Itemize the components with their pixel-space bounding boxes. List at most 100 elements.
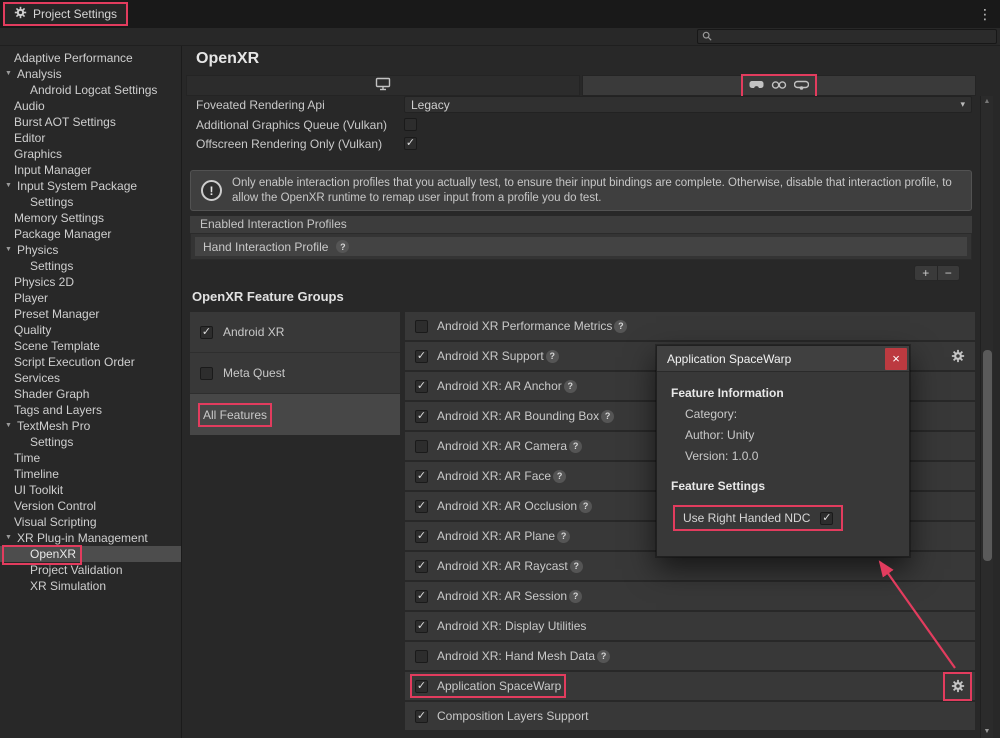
foldout-arrow-icon[interactable]: ▼	[5, 66, 12, 82]
tab-xr-devices[interactable]	[582, 75, 976, 96]
checkbox[interactable]: ✓	[415, 320, 428, 333]
sidebar-item[interactable]: ▼ Player	[0, 290, 181, 306]
help-icon[interactable]: ?	[579, 500, 592, 513]
feature-settings-gear-icon[interactable]	[950, 349, 965, 364]
checkbox[interactable]: ✓	[200, 326, 213, 339]
interaction-profile-row[interactable]: Hand Interaction Profile ?	[195, 237, 967, 256]
checkbox[interactable]: ✓	[415, 350, 428, 363]
foveated-rendering-dropdown[interactable]: Legacy ▾	[404, 96, 972, 113]
checkbox[interactable]: ✓	[404, 137, 417, 150]
sidebar-item[interactable]: ▼ Audio	[0, 98, 181, 114]
sidebar-item[interactable]: ▼ Editor	[0, 130, 181, 146]
sidebar-item[interactable]: ▼ XR Simulation	[0, 578, 181, 594]
sidebar-item-label: Analysis	[17, 67, 62, 81]
sidebar-item[interactable]: ▼ Version Control	[0, 498, 181, 514]
settings-sidebar: ▼ Adaptive Performance ▼ Analysis ▼ Andr…	[0, 46, 182, 738]
foldout-arrow-icon[interactable]: ▼	[5, 530, 12, 546]
sidebar-item[interactable]: ▼ Adaptive Performance	[0, 50, 181, 66]
checkbox[interactable]: ✓	[415, 500, 428, 513]
checkbox[interactable]: ✓	[415, 560, 428, 573]
sidebar-item[interactable]: ▼ Shader Graph	[0, 386, 181, 402]
sidebar-item[interactable]: ▼ Physics	[0, 242, 181, 258]
checkbox[interactable]: ✓	[415, 440, 428, 453]
help-icon[interactable]: ?	[601, 410, 614, 423]
foldout-arrow-icon[interactable]: ▼	[5, 418, 12, 434]
scrollbar-thumb[interactable]	[983, 350, 992, 561]
checkbox[interactable]: ✓	[415, 650, 428, 663]
checkbox[interactable]: ✓	[415, 530, 428, 543]
sidebar-item-label: Project Validation	[30, 563, 123, 577]
feature-row: ✓ Composition Layers Support ?	[405, 702, 975, 730]
help-icon[interactable]: ?	[614, 320, 627, 333]
tab-desktop[interactable]	[186, 75, 580, 96]
foldout-arrow-icon[interactable]: ▼	[5, 178, 12, 194]
checkbox[interactable]: ✓	[415, 620, 428, 633]
sidebar-item[interactable]: ▼ Package Manager	[0, 226, 181, 242]
help-icon[interactable]: ?	[336, 240, 349, 253]
sidebar-item[interactable]: ▼ TextMesh Pro	[0, 418, 181, 434]
sidebar-item[interactable]: ▼ Tags and Layers	[0, 402, 181, 418]
checkbox[interactable]: ✓	[415, 680, 428, 693]
setting-label: Foveated Rendering Api	[190, 98, 404, 112]
sidebar-item[interactable]: ▼ Visual Scripting	[0, 514, 181, 530]
sidebar-item[interactable]: ▼ Graphics	[0, 146, 181, 162]
sidebar-item[interactable]: ▼ Preset Manager	[0, 306, 181, 322]
help-icon[interactable]: ?	[569, 440, 582, 453]
add-button[interactable]: +	[915, 266, 937, 280]
sidebar-item[interactable]: ▼ Scene Template	[0, 338, 181, 354]
checkbox[interactable]: ✓	[415, 710, 428, 723]
all-features-button[interactable]: All Features	[190, 394, 400, 435]
sidebar-item[interactable]: ▼ Services	[0, 370, 181, 386]
checkbox[interactable]: ✓	[820, 512, 833, 525]
help-icon[interactable]: ?	[597, 650, 610, 663]
search-input[interactable]	[716, 31, 992, 43]
checkbox[interactable]: ✓	[200, 367, 213, 380]
setting-row: Additional Graphics Queue (Vulkan) ✓	[190, 115, 972, 134]
sidebar-item[interactable]: ▼ Input System Package	[0, 178, 181, 194]
sidebar-item[interactable]: ▼ XR Plug-in Management	[0, 530, 181, 546]
sidebar-item[interactable]: ▼ Settings	[0, 258, 181, 274]
foldout-arrow-icon[interactable]: ▼	[5, 242, 12, 258]
feature-label: Android XR: AR Session	[437, 589, 567, 603]
vertical-scrollbar[interactable]: ▲ ▼	[980, 96, 993, 738]
sidebar-item[interactable]: ▼ Script Execution Order	[0, 354, 181, 370]
feature-group-row[interactable]: ✓ Meta Quest	[190, 353, 400, 394]
sidebar-item[interactable]: ▼ Physics 2D	[0, 274, 181, 290]
help-icon[interactable]: ?	[546, 350, 559, 363]
sidebar-item[interactable]: ▼ Settings	[0, 434, 181, 450]
checkbox[interactable]: ✓	[415, 590, 428, 603]
sidebar-item[interactable]: ▼ Quality	[0, 322, 181, 338]
search-field[interactable]	[697, 29, 997, 44]
sidebar-item[interactable]: ▼ Android Logcat Settings	[0, 82, 181, 98]
help-icon[interactable]: ?	[557, 530, 570, 543]
help-icon[interactable]: ?	[553, 470, 566, 483]
sidebar-item[interactable]: ▼ Settings	[0, 194, 181, 210]
sidebar-item[interactable]: ▼ Input Manager	[0, 162, 181, 178]
sidebar-item[interactable]: ▼ Memory Settings	[0, 210, 181, 226]
ar-glasses-icon	[771, 79, 787, 93]
feature-settings-gear-icon[interactable]	[950, 679, 965, 694]
scroll-down-icon[interactable]: ▼	[981, 728, 993, 735]
help-icon[interactable]: ?	[569, 590, 582, 603]
checkbox[interactable]: ✓	[404, 118, 417, 131]
feature-group-row[interactable]: ✓ Android XR	[190, 312, 400, 353]
sidebar-item[interactable]: ▼ Burst AOT Settings	[0, 114, 181, 130]
help-icon[interactable]: ?	[564, 380, 577, 393]
help-icon[interactable]: ?	[570, 560, 583, 573]
checkbox[interactable]: ✓	[415, 380, 428, 393]
sidebar-item[interactable]: ▼ Time	[0, 450, 181, 466]
sidebar-item-label: Preset Manager	[14, 307, 99, 321]
sidebar-item[interactable]: ▼ Timeline	[0, 466, 181, 482]
checkbox[interactable]: ✓	[415, 410, 428, 423]
sidebar-item[interactable]: ▼ UI Toolkit	[0, 482, 181, 498]
checkbox[interactable]: ✓	[415, 470, 428, 483]
kebab-menu-icon[interactable]: ⋮	[978, 6, 992, 23]
remove-button[interactable]: −	[937, 266, 960, 280]
check-icon: ✓	[417, 471, 426, 482]
sidebar-item[interactable]: ▼ Analysis	[0, 66, 181, 82]
scroll-up-icon[interactable]: ▲	[981, 98, 993, 105]
sidebar-item[interactable]: ▼ Project Validation	[0, 562, 181, 578]
sidebar-item[interactable]: ▼ OpenXR	[0, 546, 181, 562]
project-settings-tab[interactable]: Project Settings	[3, 2, 128, 26]
close-button[interactable]: ×	[885, 348, 907, 370]
